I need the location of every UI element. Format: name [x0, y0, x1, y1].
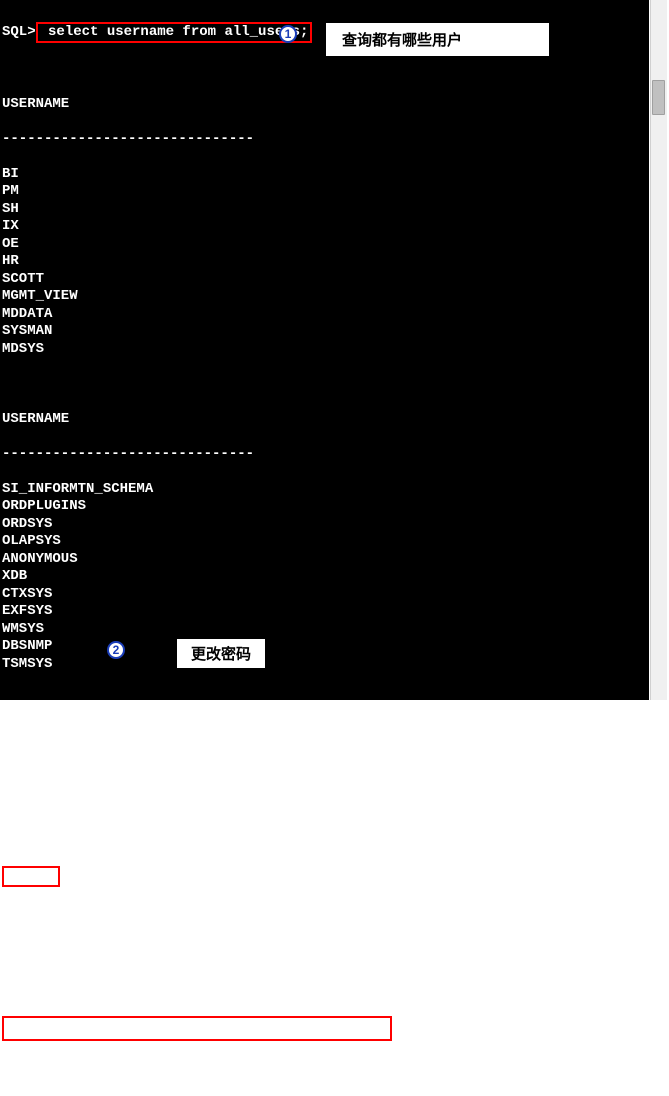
column-header: USERNAME [2, 726, 649, 744]
number-badge-1: 1 [279, 25, 297, 43]
username-row: DBSNMP [2, 638, 649, 656]
system-user-text: SYSTEM [6, 868, 56, 884]
username-row: ANONYMOUS [2, 551, 649, 569]
username-row: WMSYS [2, 621, 649, 639]
scrollbar-track[interactable] [650, 0, 667, 700]
username-row: SYS [2, 887, 649, 905]
username-row: DMSYS [2, 796, 649, 814]
command-highlight-1: select username from all_users; [36, 22, 313, 44]
terminal-output: SQL> select username from all_users; USE… [0, 0, 649, 700]
annotation-label-2: 更改密码 [176, 638, 266, 669]
divider: ------------------------------ [2, 131, 649, 149]
username-row: SCOTT [2, 271, 649, 289]
rows-selected: 已选择27行。 [2, 957, 88, 973]
column-header: USERNAME [2, 96, 649, 114]
annotation-label-1: 查询都有哪些用户 [325, 22, 550, 57]
username-row: OUTLN [2, 831, 649, 849]
username-row: MDSYS [2, 341, 649, 359]
username-block-1: BIPMSHIXOEHRSCOTTMGMT_VIEWMDDATASYSMANMD… [2, 166, 649, 359]
system-highlight: SYSTEM [2, 866, 60, 888]
user-changed: 用户已更改。 [2, 1076, 86, 1092]
username-row: CTXSYS [2, 586, 649, 604]
username-row: IX [2, 218, 649, 236]
annotation-1-text: 查询都有哪些用户 [342, 32, 462, 49]
username-row: DIP [2, 813, 649, 831]
username-row: TSMSYS [2, 656, 649, 674]
command-2-text: SQL> alter user system identified by man… [8, 1020, 386, 1036]
annotation-2-text: 更改密码 [191, 646, 251, 663]
command-1-text: select username from all_users; [40, 24, 309, 40]
username-row: SI_INFORMTN_SCHEMA [2, 481, 649, 499]
column-header: USERNAME [2, 411, 649, 429]
username-row: XDB [2, 568, 649, 586]
username-row: MDDATA [2, 306, 649, 324]
scrollbar-thumb[interactable] [652, 80, 665, 115]
username-row: EXFSYS [2, 603, 649, 621]
badge-1-num: 1 [285, 27, 292, 41]
divider: ------------------------------ [2, 446, 649, 464]
username-row: ORDPLUGINS [2, 498, 649, 516]
badge-2-num: 2 [113, 643, 120, 657]
username-block-2: SI_INFORMTN_SCHEMAORDPLUGINSORDSYSOLAPSY… [2, 481, 649, 674]
username-row: SYSMAN [2, 323, 649, 341]
username-row: OE [2, 236, 649, 254]
username-row: BI [2, 166, 649, 184]
username-block-3-post: SYS [2, 887, 649, 905]
username-row: MGMT_VIEW [2, 288, 649, 306]
username-row: SH [2, 201, 649, 219]
username-block-3-pre: DMSYSDIPOUTLN [2, 796, 649, 849]
divider: ------------------------------ [2, 761, 649, 779]
username-row: ORDSYS [2, 516, 649, 534]
sql-prompt: SQL> [2, 24, 36, 42]
username-row: OLAPSYS [2, 533, 649, 551]
command-highlight-2: SQL> alter user system identified by man… [2, 1016, 392, 1042]
username-row: HR [2, 253, 649, 271]
username-row: PM [2, 183, 649, 201]
number-badge-2: 2 [107, 641, 125, 659]
